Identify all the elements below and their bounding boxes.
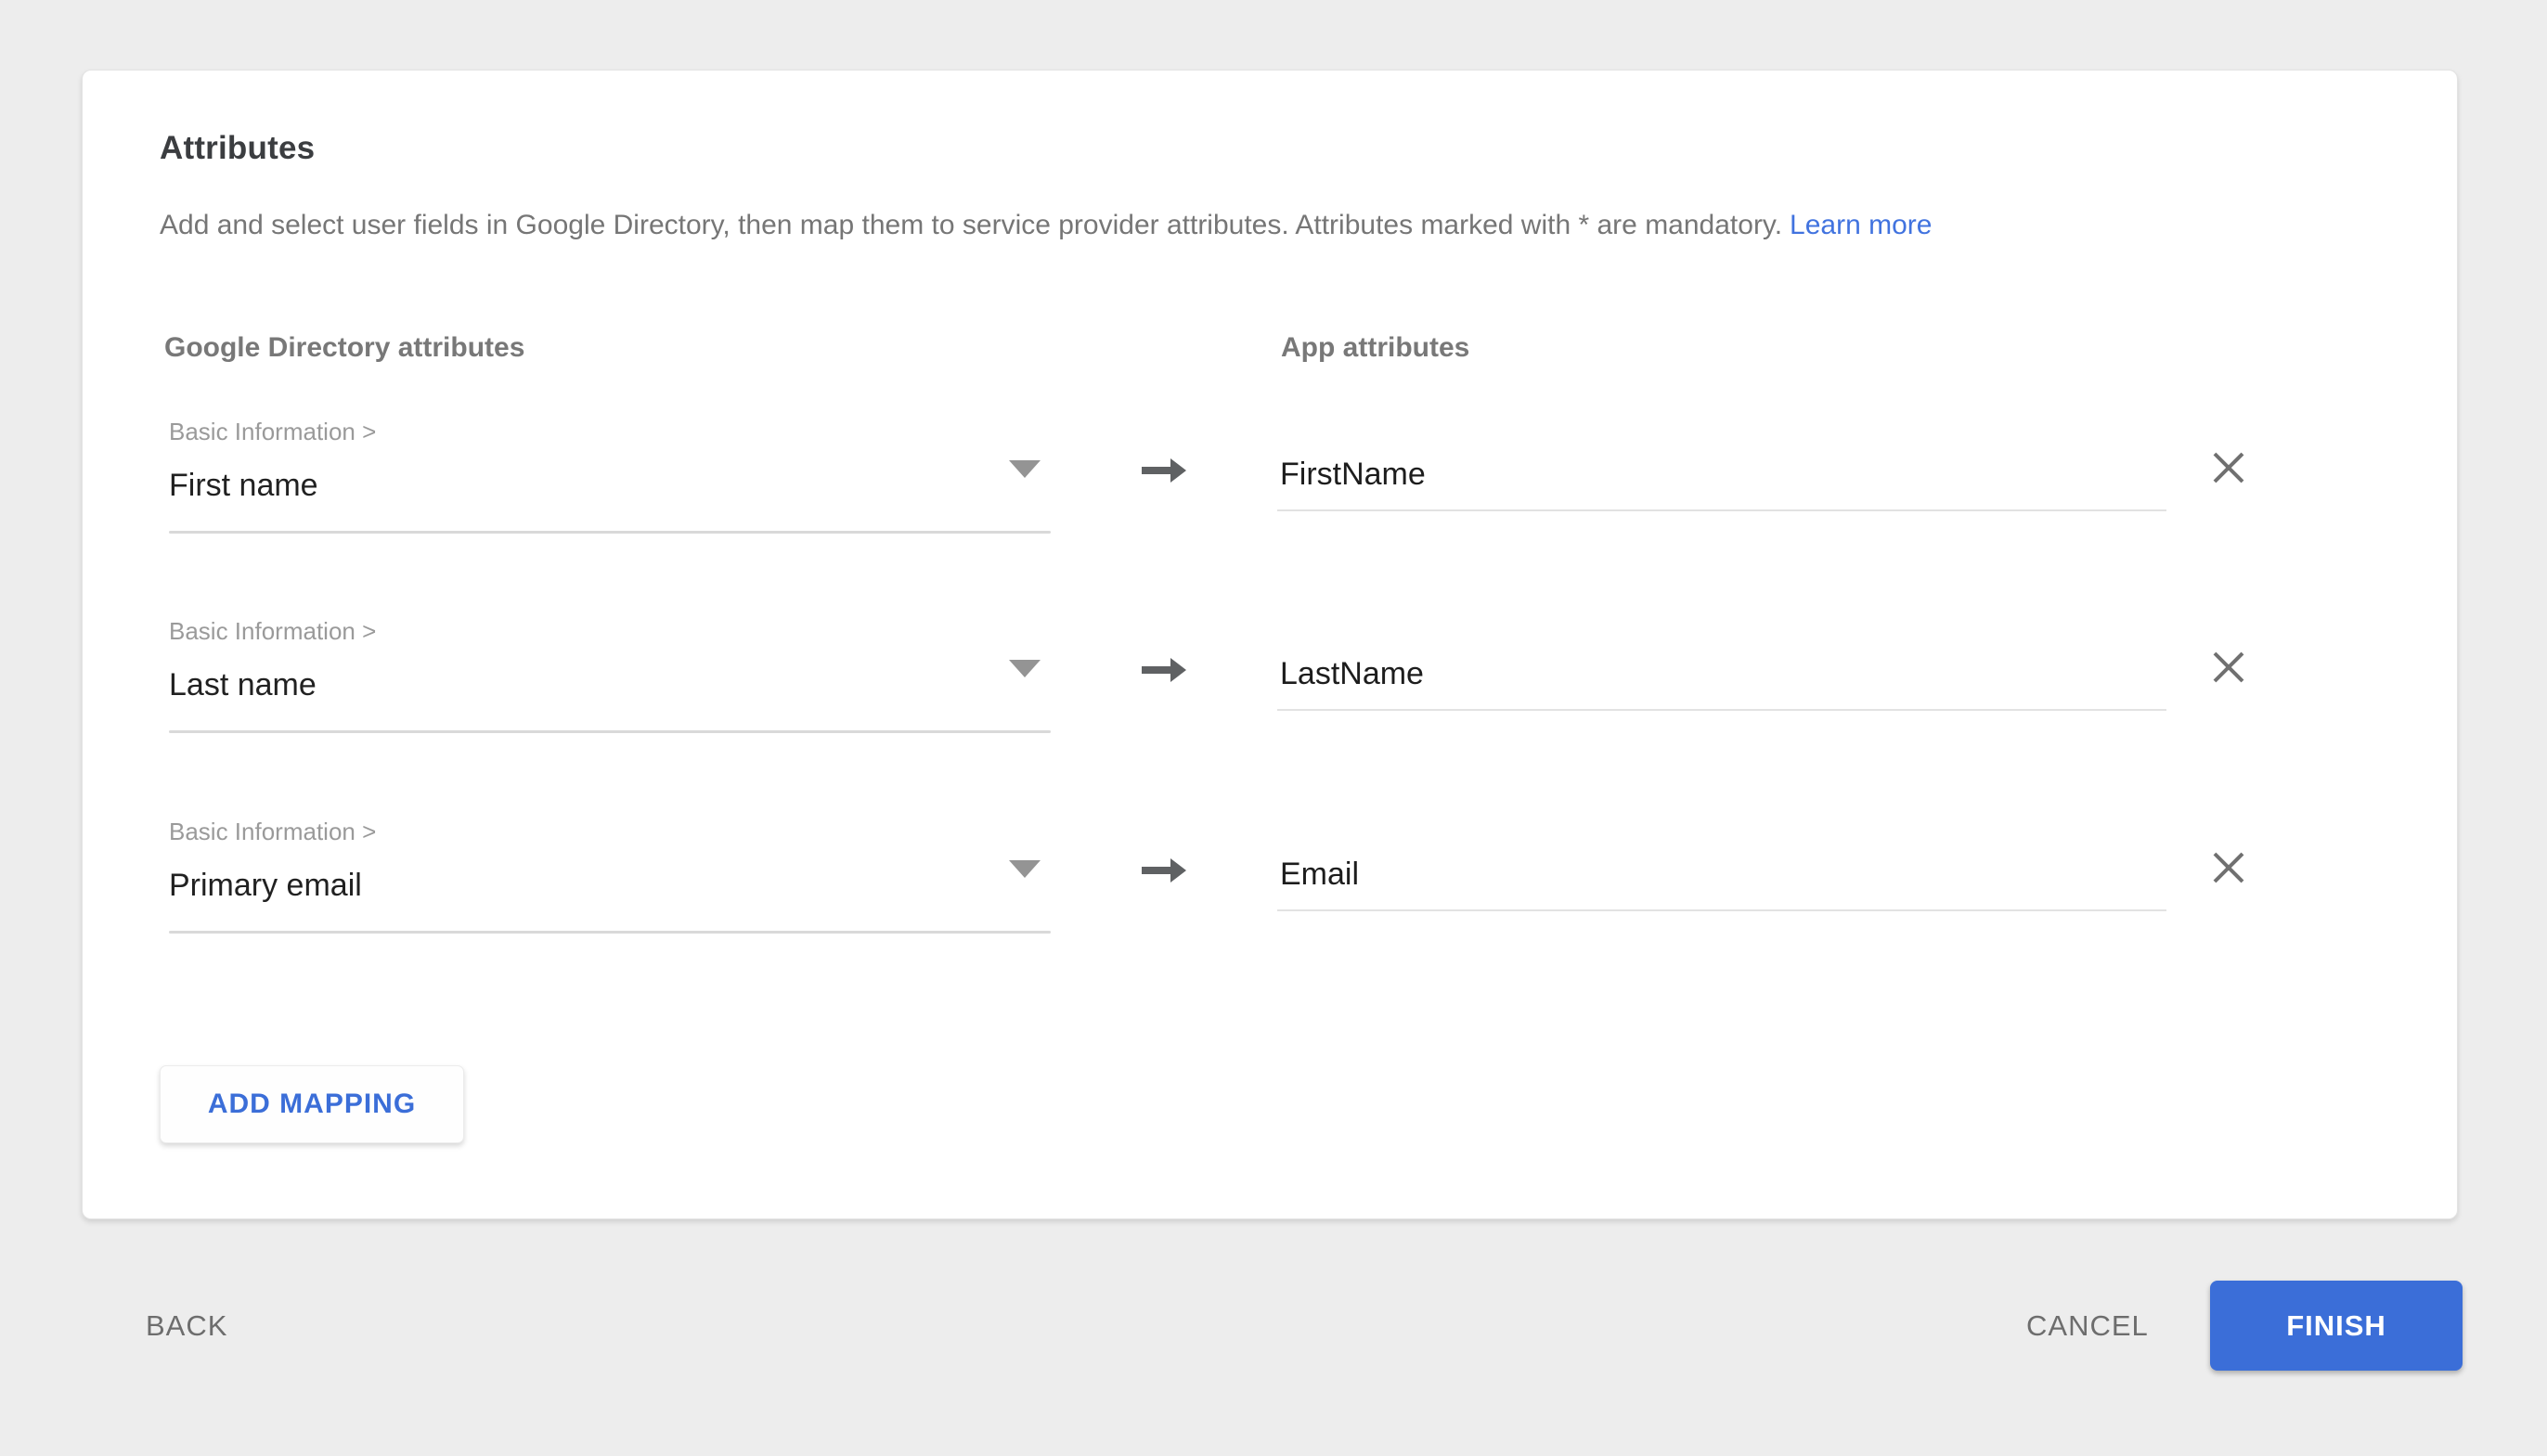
remove-mapping-button[interactable] (2204, 444, 2253, 492)
learn-more-link[interactable]: Learn more (1790, 210, 1932, 240)
arrow-right-icon (1141, 857, 1187, 884)
app-attribute-field (1277, 851, 2166, 916)
directory-attribute-dropdown[interactable]: Basic Information > Primary email (169, 816, 1051, 941)
attribute-category-label: Basic Information > (169, 418, 376, 446)
directory-attribute-dropdown[interactable]: Basic Information > Last name (169, 615, 1051, 741)
input-underline (1277, 509, 2166, 511)
input-underline (1277, 709, 2166, 711)
app-attribute-field (1277, 651, 2166, 715)
dropdown-arrow-icon (1009, 860, 1041, 878)
app-attribute-input[interactable] (1280, 451, 2162, 497)
mapping-row: Basic Information > Last name (83, 615, 2458, 815)
close-icon (2209, 448, 2248, 487)
cancel-button[interactable]: CANCEL (2026, 1309, 2149, 1343)
directory-attribute-value: First name (169, 468, 318, 504)
attribute-category-label: Basic Information > (169, 617, 376, 646)
dropdown-arrow-icon (1009, 460, 1041, 478)
dropdown-arrow-icon (1009, 660, 1041, 677)
arrow-right-icon (1141, 656, 1187, 684)
mapping-row: Basic Information > First name (83, 416, 2458, 615)
dropdown-underline (169, 531, 1051, 534)
attributes-mapping-screen: Attributes Add and select user fields in… (0, 0, 2547, 1456)
remove-mapping-button[interactable] (2204, 844, 2253, 892)
app-attribute-input[interactable] (1280, 651, 2162, 697)
column-header-app-attributes: App attributes (1281, 332, 1469, 364)
app-attribute-field (1277, 451, 2166, 516)
close-icon (2209, 848, 2248, 887)
page-description: Add and select user fields in Google Dir… (160, 210, 2387, 241)
page-title: Attributes (160, 130, 315, 167)
directory-attribute-value: Primary email (169, 868, 362, 904)
directory-attribute-value: Last name (169, 667, 317, 703)
description-text: Add and select user fields in Google Dir… (160, 210, 1782, 240)
add-mapping-button[interactable]: ADD MAPPING (160, 1065, 464, 1143)
mapping-row: Basic Information > Primary email (83, 816, 2458, 1015)
dropdown-underline (169, 730, 1051, 733)
attributes-card: Attributes Add and select user fields in… (82, 70, 2458, 1219)
back-button[interactable]: BACK (146, 1309, 227, 1343)
app-attribute-input[interactable] (1280, 851, 2162, 897)
arrow-right-icon (1141, 457, 1187, 484)
dropdown-underline (169, 931, 1051, 934)
finish-button[interactable]: FINISH (2210, 1281, 2463, 1371)
close-icon (2209, 648, 2248, 687)
remove-mapping-button[interactable] (2204, 643, 2253, 691)
attribute-category-label: Basic Information > (169, 818, 376, 846)
directory-attribute-dropdown[interactable]: Basic Information > First name (169, 416, 1051, 541)
column-header-directory-attributes: Google Directory attributes (164, 332, 524, 364)
input-underline (1277, 909, 2166, 911)
